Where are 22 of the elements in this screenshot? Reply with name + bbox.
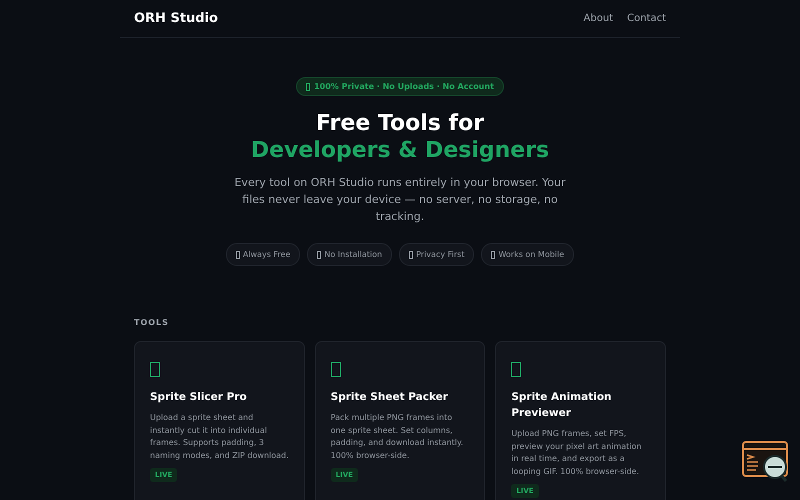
nav-link[interactable]: Contact <box>627 13 666 24</box>
hero-title: Free Tools for <box>316 110 484 137</box>
section-heading: TOOLS <box>134 318 170 327</box>
tool-description: Pack multiple PNG frames into one sprite sheet. Set columns, padding, and download instantly. 100% browser-side. <box>330 412 464 462</box>
brand-logo[interactable]: ORH Studio <box>134 11 218 26</box>
privacy-badge: 100% Private · No Uploads · No Account <box>296 77 504 96</box>
browser-search-icon[interactable] <box>742 441 790 483</box>
nav-link[interactable]: About <box>584 13 614 24</box>
hero-description: Every tool on ORH Studio runs entirely in your browser. Your files never leave your device — no server, no storage, no tracking. <box>233 175 567 225</box>
tool-description: Upload a sprite sheet and instantly cut it into individual frames. Supports padding, 3 naming modes, and ZIP download. <box>150 412 289 462</box>
tool-title: Sprite Sheet Packer <box>330 390 449 405</box>
feature-pill: Always Free <box>226 243 300 266</box>
glyph-box-icon <box>150 362 160 377</box>
feature-pill: Privacy First <box>399 243 474 266</box>
feature-pill: Works on Mobile <box>481 243 574 266</box>
tool-description: Upload PNG frames, set FPS, preview your pixel art animation in real time, and export as a looping GIF. 100% browser-side. <box>511 428 642 478</box>
tool-title: Sprite Animation Previewer <box>511 390 613 421</box>
tool-title: Sprite Slicer Pro <box>150 390 248 405</box>
glyph-box-icon <box>330 362 341 377</box>
hero-title-accent: Developers & Designers <box>250 137 550 164</box>
glyph-box-icon <box>511 362 522 377</box>
feature-pill: No Installation <box>307 243 392 266</box>
